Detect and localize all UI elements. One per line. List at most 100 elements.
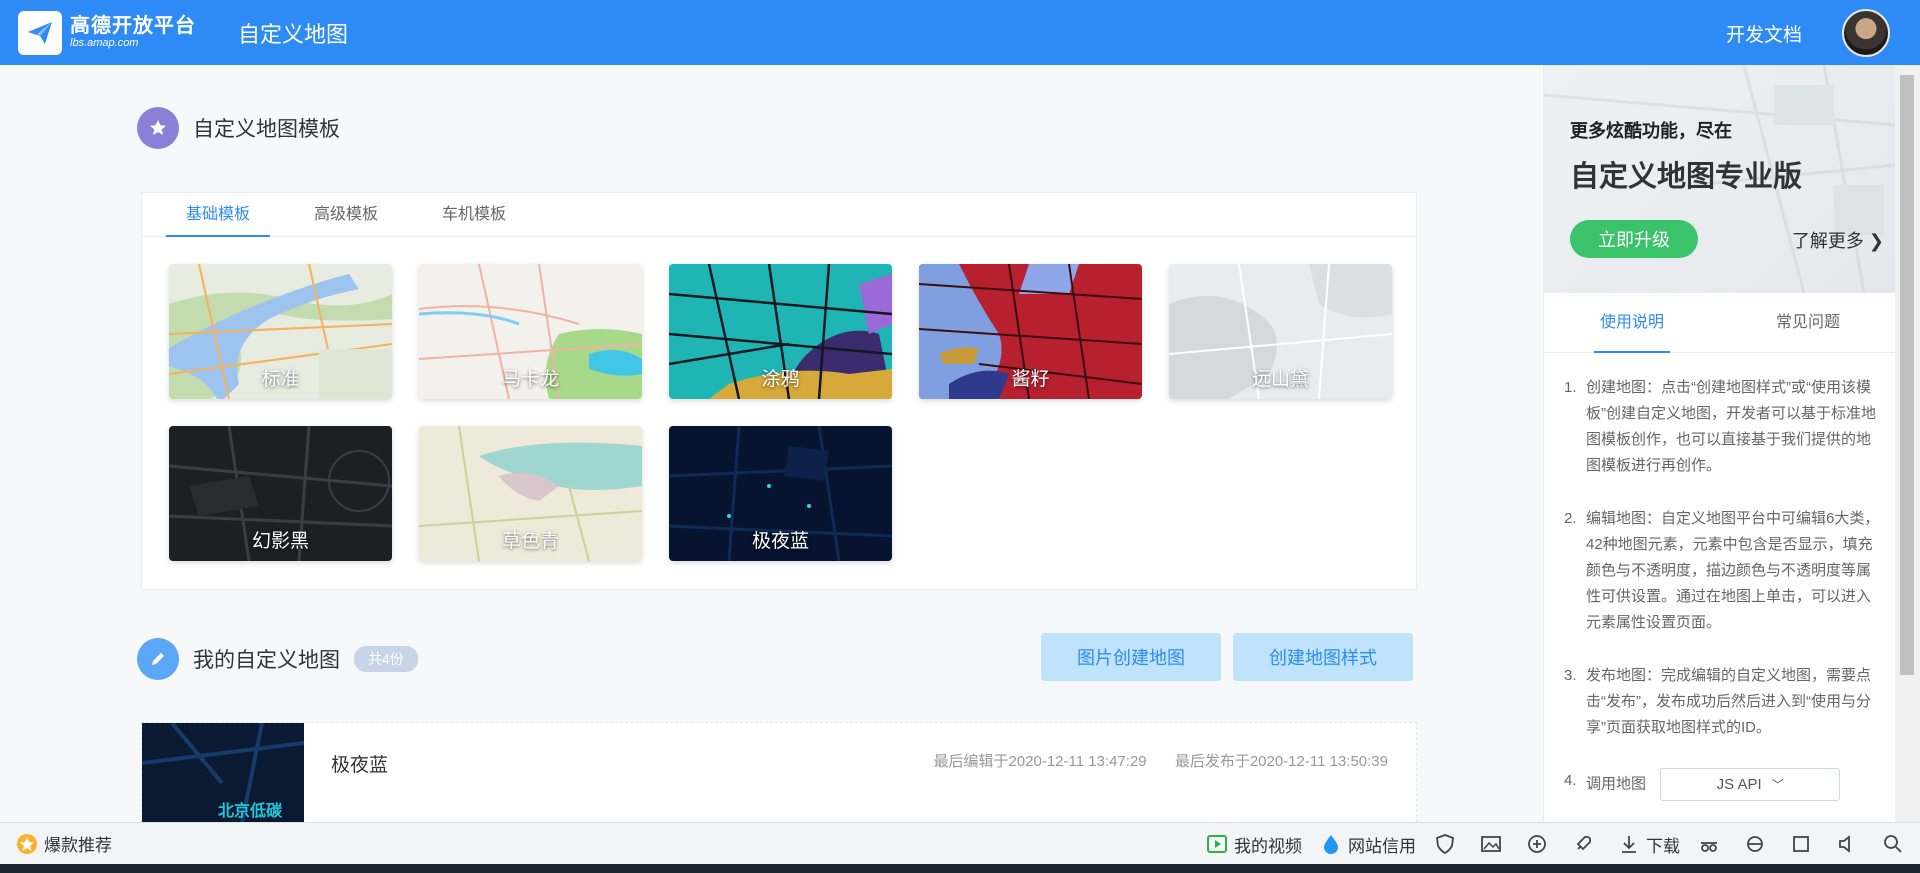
hot-recommend[interactable]: 爆款推荐 bbox=[16, 831, 112, 856]
my-maps-section-header: 我的自定义地图 共4份 bbox=[137, 638, 418, 680]
tab-usage-guide[interactable]: 使用说明 bbox=[1544, 293, 1720, 353]
page-title: 自定义地图 bbox=[238, 21, 349, 47]
image-create-map-button[interactable]: 图片创建地图 bbox=[1041, 633, 1221, 681]
my-maps-title: 我的自定义地图 bbox=[193, 649, 340, 672]
pencil-icon bbox=[137, 638, 179, 680]
template-tabs: 基础模板 高级模板 车机模板 bbox=[142, 193, 1416, 237]
template-card-standard[interactable]: 标准 bbox=[169, 264, 392, 399]
page-scrollbar[interactable] bbox=[1895, 65, 1920, 822]
template-label: 标准 bbox=[261, 369, 300, 390]
instructions-list: 1. 创建地图：点击“创建地图样式”或“使用该模板”创建自定义地图，开发者可以基… bbox=[1564, 375, 1880, 828]
browser-bottom-bar: 爆款推荐 我的视频 网站信用 下载 bbox=[0, 822, 1920, 864]
search-button[interactable] bbox=[1882, 833, 1910, 855]
water-drop-icon bbox=[1320, 833, 1342, 855]
tab-faq[interactable]: 常见问题 bbox=[1720, 293, 1896, 352]
play-icon bbox=[1206, 833, 1228, 855]
tab-car-templates[interactable]: 车机模板 bbox=[422, 193, 526, 236]
hot-recommend-label: 爆款推荐 bbox=[44, 836, 112, 855]
template-card-grass-green[interactable]: 草色青 bbox=[419, 426, 642, 561]
volume-button[interactable] bbox=[1836, 833, 1864, 855]
image-icon bbox=[1480, 833, 1502, 855]
templates-title: 自定义地图模板 bbox=[193, 118, 340, 141]
image-button[interactable] bbox=[1480, 833, 1508, 855]
template-label: 酱籽 bbox=[1011, 369, 1050, 390]
sidebar-tabs: 使用说明 常见问题 bbox=[1544, 293, 1896, 353]
create-map-style-button[interactable]: 创建地图样式 bbox=[1233, 633, 1413, 681]
site-credit-label: 网站信用 bbox=[1348, 836, 1416, 856]
instruction-number: 2. bbox=[1564, 510, 1577, 527]
os-taskbar bbox=[0, 864, 1920, 873]
browser-e-icon bbox=[1744, 833, 1766, 855]
instruction-text: 创建地图：点击“创建地图样式”或“使用该模板”创建自定义地图，开发者可以基于标准… bbox=[1586, 379, 1876, 474]
template-panel: 基础模板 高级模板 车机模板 标准 马卡龙 涂鸦 酱籽 远山黛 幻影黑 草色青 … bbox=[141, 192, 1417, 590]
window-button[interactable] bbox=[1790, 833, 1818, 855]
top-header: 高德开放平台 lbs.amap.com 自定义地图 开发文档 bbox=[0, 0, 1920, 65]
template-card-graffiti[interactable]: 涂鸦 bbox=[669, 264, 892, 399]
promo-subtitle: 更多炫酷功能，尽在 bbox=[1570, 121, 1732, 141]
chevron-down-icon: ﹀ bbox=[1771, 777, 1784, 792]
promo-title: 自定义地图专业版 bbox=[1570, 161, 1803, 193]
scrollbar-thumb[interactable] bbox=[1900, 75, 1914, 675]
template-label: 远山黛 bbox=[1251, 369, 1309, 390]
rocket-icon bbox=[1572, 833, 1594, 855]
template-label: 草色青 bbox=[501, 531, 559, 552]
window-icon bbox=[1790, 833, 1812, 855]
instruction-item: 3. 发布地图：完成编辑的自定义地图，需要点击“发布”，发布成功后然后进入到“使… bbox=[1564, 663, 1880, 741]
template-card-jiangzi[interactable]: 酱籽 bbox=[919, 264, 1142, 399]
last-edit-time: 最后编辑于2020-12-11 13:47:29 bbox=[933, 753, 1147, 770]
template-card-phantom-black[interactable]: 幻影黑 bbox=[169, 426, 392, 561]
tab-advanced-templates[interactable]: 高级模板 bbox=[294, 193, 398, 236]
instruction-number: 1. bbox=[1564, 379, 1577, 396]
map-meta: 最后编辑于2020-12-11 13:47:29 最后发布于2020-12-11… bbox=[909, 750, 1388, 771]
dev-docs-link[interactable]: 开发文档 bbox=[1726, 20, 1802, 47]
templates-section-header: 自定义地图模板 bbox=[137, 107, 340, 149]
api-select-value: JS API bbox=[1716, 775, 1762, 793]
speaker-icon bbox=[1836, 833, 1858, 855]
add-button[interactable] bbox=[1526, 833, 1554, 855]
instruction-text: 发布地图：完成编辑的自定义地图，需要点击“发布”，发布成功后然后进入到“使用与分… bbox=[1586, 667, 1872, 736]
learn-more-link[interactable]: 了解更多 ❯ bbox=[1792, 227, 1884, 253]
list-item[interactable]: 北京低碳 极夜蓝 最后编辑于2020-12-11 13:47:29 最后发布于2… bbox=[141, 722, 1417, 823]
template-card-polar-night-blue[interactable]: 极夜蓝 bbox=[669, 426, 892, 561]
template-card-yuanshandai[interactable]: 远山黛 bbox=[1169, 264, 1392, 399]
instruction-text: 编辑地图：自定义地图平台中可编辑6大类，42种地图元素，元素中包含是否显示，填充… bbox=[1586, 510, 1880, 631]
user-avatar[interactable] bbox=[1842, 9, 1890, 57]
map-name[interactable]: 极夜蓝 bbox=[331, 750, 388, 777]
pro-promo-banner: 更多炫酷功能，尽在 自定义地图专业版 立即升级 了解更多 ❯ bbox=[1544, 65, 1896, 293]
bottom-bar-tools: 我的视频 网站信用 下载 bbox=[1188, 823, 1910, 865]
api-select[interactable]: JS API ﹀ bbox=[1660, 768, 1841, 801]
download-label: 下载 bbox=[1646, 836, 1680, 856]
incognito-button[interactable] bbox=[1698, 833, 1726, 855]
upgrade-button[interactable]: 立即升级 bbox=[1570, 220, 1698, 258]
template-card-macaron[interactable]: 马卡龙 bbox=[419, 264, 642, 399]
template-label: 马卡龙 bbox=[501, 369, 559, 390]
incognito-icon bbox=[1698, 833, 1720, 855]
instruction-item: 2. 编辑地图：自定义地图平台中可编辑6大类，42种地图元素，元素中包含是否显示… bbox=[1564, 506, 1880, 636]
template-label: 极夜蓝 bbox=[751, 531, 809, 552]
instruction-item: 1. 创建地图：点击“创建地图样式”或“使用该模板”创建自定义地图，开发者可以基… bbox=[1564, 375, 1880, 479]
rocket-button[interactable] bbox=[1572, 833, 1600, 855]
site-credit-button[interactable]: 网站信用 bbox=[1320, 832, 1416, 857]
template-label: 涂鸦 bbox=[761, 369, 800, 390]
template-label: 幻影黑 bbox=[251, 531, 309, 552]
download-button[interactable]: 下载 bbox=[1618, 832, 1680, 857]
instruction-number: 3. bbox=[1564, 667, 1577, 684]
last-publish-time: 最后发布于2020-12-11 13:50:39 bbox=[1174, 753, 1388, 770]
star-icon bbox=[137, 107, 179, 149]
instruction-number: 4. bbox=[1564, 772, 1577, 789]
ie-button[interactable] bbox=[1744, 833, 1772, 855]
logo-title: 高德开放平台 bbox=[70, 15, 196, 37]
map-thumbnail: 北京低碳 bbox=[142, 723, 304, 823]
logo-subtitle: lbs.amap.com bbox=[70, 37, 139, 49]
shield-icon bbox=[1434, 833, 1456, 855]
tab-basic-templates[interactable]: 基础模板 bbox=[166, 193, 271, 237]
amap-logo[interactable]: 高德开放平台 lbs.amap.com bbox=[18, 10, 196, 55]
my-video-button[interactable]: 我的视频 bbox=[1206, 832, 1302, 857]
shield-button[interactable] bbox=[1434, 833, 1462, 855]
map-thumbnail-text: 北京低碳 bbox=[218, 803, 283, 820]
right-sidebar: 更多炫酷功能，尽在 自定义地图专业版 立即升级 了解更多 ❯ 使用说明 常见问题… bbox=[1543, 65, 1896, 822]
instruction-item: 4. 调用地图 JS API ﹀ bbox=[1564, 768, 1880, 801]
instruction-text: 调用地图 bbox=[1586, 775, 1647, 793]
star-badge-icon bbox=[16, 833, 38, 855]
plus-circle-icon bbox=[1526, 833, 1548, 855]
